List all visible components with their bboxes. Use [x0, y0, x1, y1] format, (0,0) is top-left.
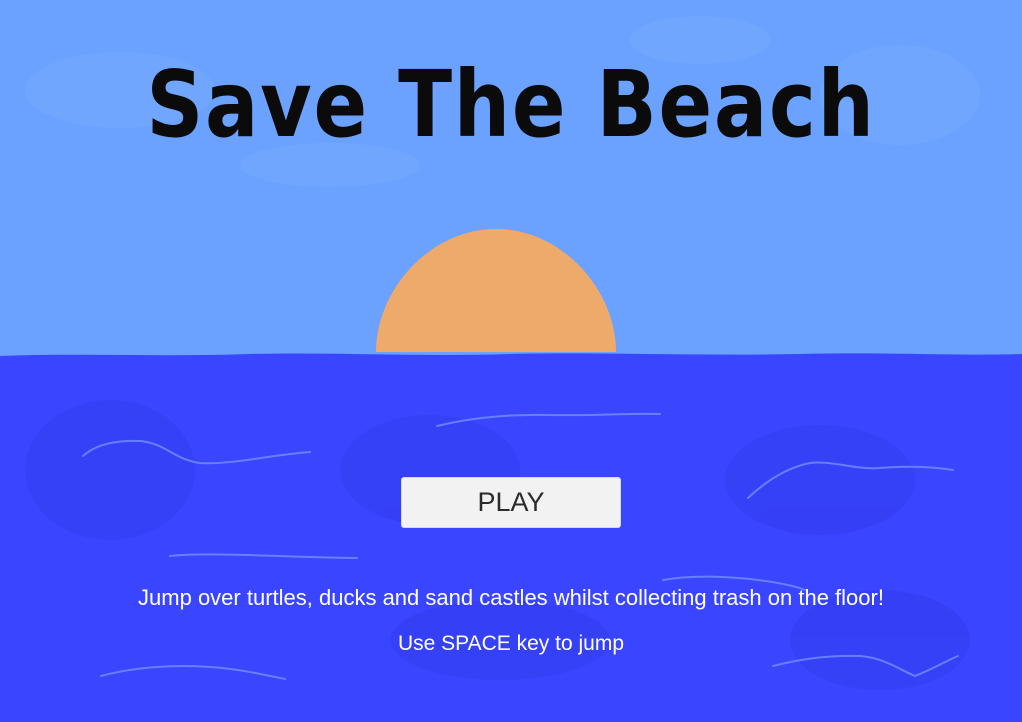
game-title: Save The Beach: [146, 51, 876, 158]
game-menu-screen: Save The Beach PLAY Jump over turtles, d…: [0, 0, 1022, 722]
sea-blob: [725, 425, 915, 535]
controls-hint-text: Use SPACE key to jump: [397, 632, 625, 655]
sea-blob: [25, 400, 195, 540]
instructions-text: Jump over turtles, ducks and sand castle…: [138, 585, 884, 610]
play-button[interactable]: PLAY: [401, 477, 621, 528]
setting-sun-icon: [376, 229, 616, 352]
